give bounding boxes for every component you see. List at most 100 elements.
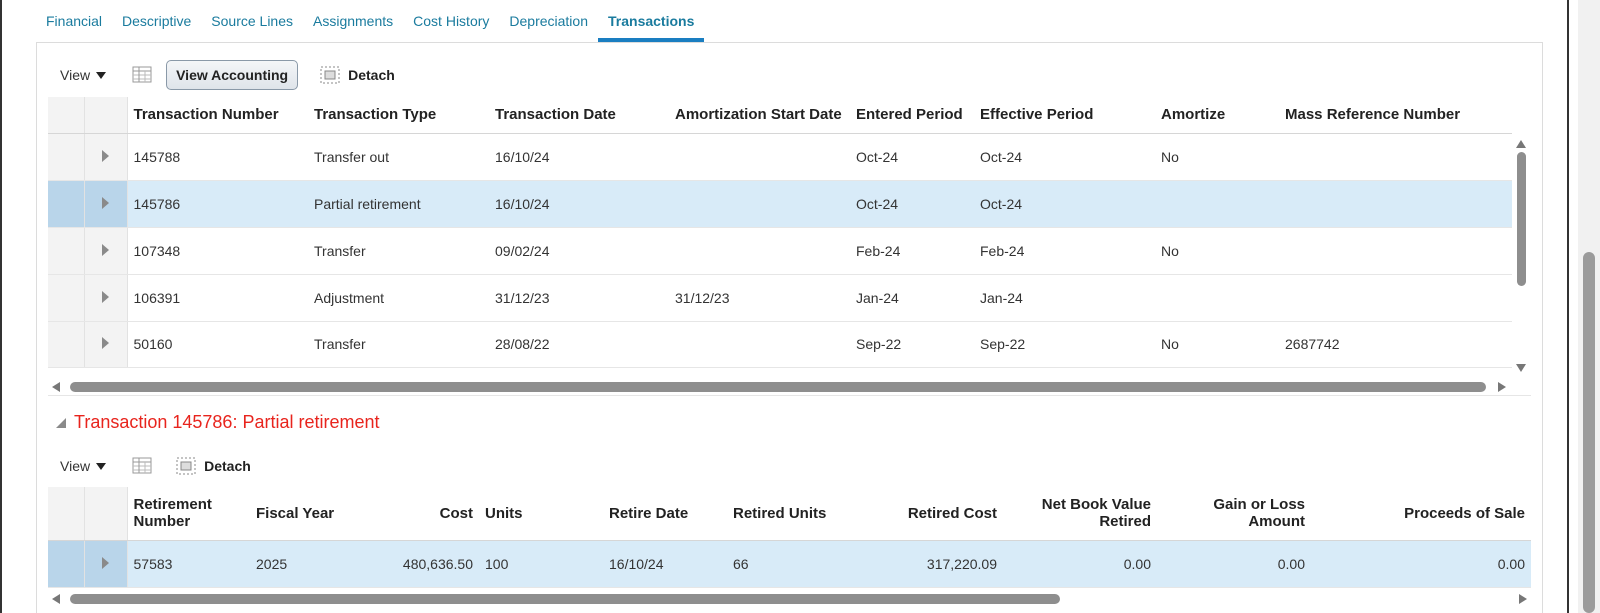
column-header[interactable]: Transaction Date (489, 97, 669, 134)
cell: Oct-24 (974, 133, 1155, 181)
tab-source-lines[interactable]: Source Lines (201, 0, 303, 42)
cell: 50160 (127, 321, 308, 368)
column-header[interactable]: Retire Date (603, 487, 727, 541)
detail-view-menu[interactable]: View (60, 458, 107, 474)
expand-arrow-icon[interactable] (102, 290, 109, 303)
expand-arrow-icon[interactable] (102, 337, 109, 349)
column-header[interactable]: Retirement Number (127, 487, 250, 541)
column-header[interactable]: Amortization Start Date (669, 97, 850, 134)
detach-icon (320, 66, 340, 84)
cell: 09/02/24 (489, 227, 669, 275)
caret-down-icon (96, 462, 107, 470)
scroll-left-arrow-icon[interactable] (52, 382, 60, 392)
page-vertical-scrollbar[interactable] (1578, 0, 1600, 613)
cell (1279, 180, 1512, 228)
cell: 16/10/24 (489, 133, 669, 181)
cell: Sep-22 (974, 321, 1155, 368)
transactions-toolbar: View View Accounting Detach (60, 60, 395, 90)
collapse-triangle-icon[interactable] (56, 417, 66, 428)
cell: Feb-24 (850, 227, 974, 275)
detach-button[interactable]: Detach (320, 66, 395, 84)
tab-financial[interactable]: Financial (36, 0, 112, 42)
column-header[interactable]: Gain or Loss Amount (1157, 487, 1311, 541)
expand-arrow-icon[interactable] (102, 149, 109, 162)
column-header[interactable]: Proceeds of Sale (1311, 487, 1531, 541)
table-row[interactable]: 145788 Transfer out 16/10/24 Oct-24 Oct-… (48, 133, 1512, 181)
detail-toolbar: View Detach (60, 451, 251, 481)
cell (669, 180, 850, 228)
view-accounting-button[interactable]: View Accounting (166, 60, 299, 90)
column-header[interactable]: Units (479, 487, 603, 541)
column-header[interactable]: Mass Reference Number (1279, 97, 1512, 134)
transactions-vertical-scrollbar[interactable] (1514, 136, 1528, 376)
cell: Feb-24 (974, 227, 1155, 275)
cell: 66 (727, 540, 846, 588)
scroll-left-arrow-icon[interactable] (52, 594, 60, 604)
column-header[interactable]: Transaction Type (308, 97, 489, 134)
cell: Transfer (308, 227, 489, 275)
column-header[interactable]: Entered Period (850, 97, 974, 134)
cell: Oct-24 (974, 180, 1155, 228)
table-row[interactable]: 50160 Transfer 28/08/22 Sep-22 Sep-22 No… (48, 321, 1512, 368)
retirement-table: Retirement Number Fiscal Year Cost Units… (48, 487, 1531, 588)
vertical-scroll-thumb[interactable] (1517, 152, 1526, 286)
column-header[interactable]: Net Book Value Retired (1003, 487, 1157, 541)
freeze-columns-icon[interactable] (132, 457, 152, 475)
cell: 100 (479, 540, 603, 588)
retirement-horizontal-scrollbar[interactable] (48, 592, 1531, 606)
detail-section-header[interactable]: Transaction 145786: Partial retirement (56, 412, 380, 433)
cell (1279, 133, 1512, 181)
scroll-right-arrow-icon[interactable] (1498, 382, 1506, 392)
cell: Adjustment (308, 274, 489, 322)
detach-label: Detach (204, 458, 251, 474)
column-header[interactable]: Retired Units (727, 487, 846, 541)
tab-cost-history[interactable]: Cost History (403, 0, 499, 42)
horizontal-scroll-thumb[interactable] (70, 594, 1060, 604)
cell: 16/10/24 (603, 540, 727, 588)
scroll-up-arrow-icon[interactable] (1516, 140, 1526, 148)
table-row-selected[interactable]: 57583 2025 480,636.50 100 16/10/24 66 31… (48, 540, 1531, 588)
expand-arrow-icon[interactable] (102, 243, 109, 256)
cell (1155, 274, 1279, 322)
cell: Partial retirement (308, 180, 489, 228)
view-label: View (60, 67, 91, 83)
tab-assignments[interactable]: Assignments (303, 0, 403, 42)
cell: 2687742 (1279, 321, 1512, 368)
detach-icon (176, 457, 196, 475)
column-header[interactable]: Transaction Number (127, 97, 308, 134)
column-header[interactable]: Amortize (1155, 97, 1279, 134)
scroll-right-arrow-icon[interactable] (1519, 594, 1527, 604)
view-menu[interactable]: View (60, 67, 107, 83)
scroll-down-arrow-icon[interactable] (1516, 364, 1526, 372)
column-header[interactable]: Fiscal Year (250, 487, 396, 541)
table-row-selected[interactable]: 145786 Partial retirement 16/10/24 Oct-2… (48, 180, 1512, 228)
column-header[interactable]: Effective Period (974, 97, 1155, 134)
cell: Jan-24 (974, 274, 1155, 322)
cell: 0.00 (1157, 540, 1311, 588)
detail-detach-button[interactable]: Detach (176, 457, 251, 475)
expand-arrow-icon[interactable] (102, 196, 109, 209)
table-row[interactable]: 106391 Adjustment 31/12/23 31/12/23 Jan-… (48, 274, 1512, 322)
column-header[interactable]: Cost (396, 487, 479, 541)
freeze-columns-icon[interactable] (132, 66, 152, 84)
tab-depreciation[interactable]: Depreciation (499, 0, 598, 42)
page-scroll-thumb[interactable] (1583, 252, 1595, 613)
tab-descriptive[interactable]: Descriptive (112, 0, 201, 42)
cell: No (1155, 321, 1279, 368)
cell: 0.00 (1311, 540, 1531, 588)
cell: Sep-22 (850, 321, 974, 368)
detach-label: Detach (348, 67, 395, 83)
cell (669, 133, 850, 181)
cell: 0.00 (1003, 540, 1157, 588)
cell (1279, 227, 1512, 275)
expand-arrow-icon[interactable] (102, 556, 109, 569)
horizontal-scroll-thumb[interactable] (70, 382, 1486, 392)
tab-bar: Financial Descriptive Source Lines Assig… (36, 0, 1546, 42)
table-row[interactable]: 107348 Transfer 09/02/24 Feb-24 Feb-24 N… (48, 227, 1512, 275)
transactions-horizontal-scrollbar[interactable] (48, 380, 1510, 394)
tab-transactions[interactable]: Transactions (598, 0, 705, 42)
cell: 107348 (127, 227, 308, 275)
window-border-right (1567, 0, 1569, 613)
column-header[interactable]: Retired Cost (846, 487, 1003, 541)
window-border-left (0, 0, 2, 613)
